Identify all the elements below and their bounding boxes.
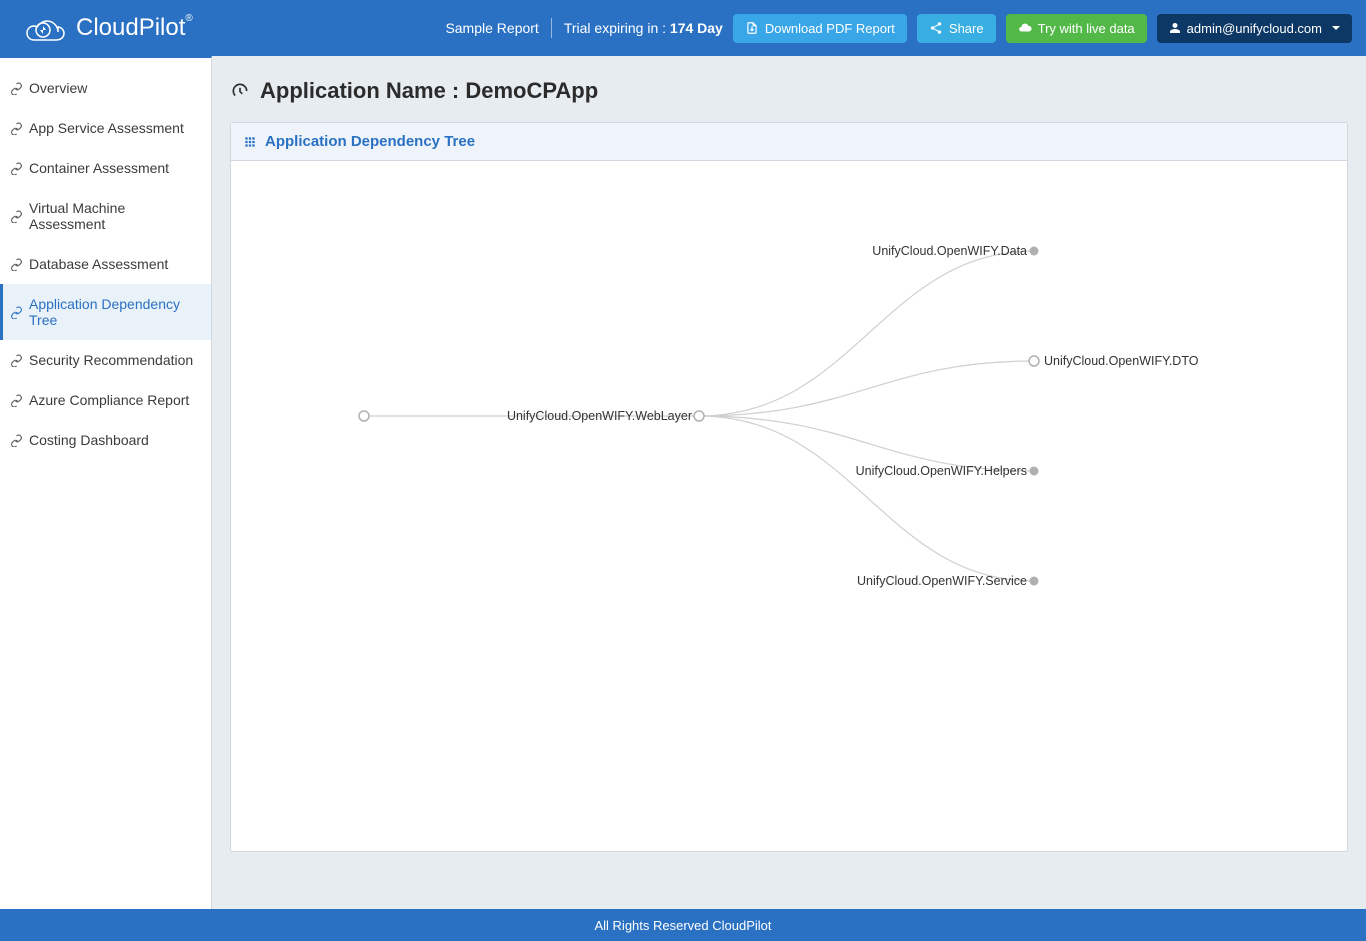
- dependency-tree-svg[interactable]: UnifyCloud.OpenWIFY.WebLayer UnifyCloud.…: [231, 161, 1347, 851]
- sidebar-item-label: Overview: [29, 80, 87, 96]
- link-icon: [10, 210, 23, 223]
- sidebar-item-app-service[interactable]: App Service Assessment: [0, 108, 211, 148]
- link-icon: [10, 354, 23, 367]
- tree-link: [699, 361, 1034, 416]
- tree-mid-node[interactable]: [694, 411, 704, 421]
- header-divider: [551, 18, 552, 38]
- tree-leaf-node[interactable]: [1029, 356, 1039, 366]
- download-pdf-label: Download PDF Report: [765, 21, 895, 36]
- panel-title: Application Dependency Tree: [265, 133, 475, 150]
- tree-leaf-label: UnifyCloud.OpenWIFY.Service: [857, 574, 1027, 588]
- link-icon: [10, 434, 23, 447]
- sidebar-item-security[interactable]: Security Recommendation: [0, 340, 211, 380]
- share-icon: [929, 21, 943, 35]
- sidebar-item-database[interactable]: Database Assessment: [0, 244, 211, 284]
- sample-report-link[interactable]: Sample Report: [445, 20, 538, 36]
- page-title: Application Name : DemoCPApp: [230, 78, 1348, 104]
- link-icon: [10, 162, 23, 175]
- sidebar-item-label: Application Dependency Tree: [29, 296, 201, 328]
- header-bar: CloudPilot ® Sample Report Trial expirin…: [0, 0, 1366, 56]
- sidebar: Overview App Service Assessment Containe…: [0, 56, 212, 909]
- brand-logo[interactable]: CloudPilot ®: [14, 10, 193, 46]
- page-title-appname: DemoCPApp: [465, 78, 598, 103]
- cloud-icon: [1018, 21, 1032, 35]
- sidebar-item-azure-compliance[interactable]: Azure Compliance Report: [0, 380, 211, 420]
- grid-icon: [243, 135, 257, 149]
- tree-leaf-label: UnifyCloud.OpenWIFY.Data: [872, 244, 1027, 258]
- tree-link: [699, 416, 1034, 471]
- panel-header: Application Dependency Tree: [231, 123, 1347, 161]
- sidebar-item-container[interactable]: Container Assessment: [0, 148, 211, 188]
- download-pdf-button[interactable]: Download PDF Report: [733, 14, 907, 43]
- tree-mid-label: UnifyCloud.OpenWIFY.WebLayer: [507, 409, 692, 423]
- sidebar-item-label: Security Recommendation: [29, 352, 193, 368]
- tree-root-node[interactable]: [359, 411, 369, 421]
- sidebar-item-label: App Service Assessment: [29, 120, 184, 136]
- page-title-prefix: Application Name :: [260, 78, 465, 103]
- tree-leaf-label: UnifyCloud.OpenWIFY.DTO: [1044, 354, 1199, 368]
- link-icon: [10, 306, 23, 319]
- sidebar-item-label: Database Assessment: [29, 256, 168, 272]
- sidebar-item-label: Container Assessment: [29, 160, 169, 176]
- footer: All Rights Reserved CloudPilot: [0, 909, 1366, 941]
- brand-name: CloudPilot: [76, 14, 185, 42]
- trial-days: 174 Day: [670, 20, 723, 36]
- dependency-tree-panel: Application Dependency Tree UnifyCloud.O…: [230, 122, 1348, 852]
- tree-leaf-node[interactable]: [1030, 577, 1038, 585]
- file-download-icon: [745, 21, 759, 35]
- link-icon: [10, 394, 23, 407]
- try-live-button[interactable]: Try with live data: [1006, 14, 1147, 43]
- main-content: Application Name : DemoCPApp Application…: [212, 56, 1366, 909]
- tree-leaf-node[interactable]: [1030, 467, 1038, 475]
- footer-text: All Rights Reserved CloudPilot: [594, 918, 771, 933]
- sidebar-item-overview[interactable]: Overview: [0, 68, 211, 108]
- user-menu-button[interactable]: admin@unifycloud.com: [1157, 14, 1352, 43]
- brand-trademark: ®: [185, 13, 192, 24]
- share-button[interactable]: Share: [917, 14, 996, 43]
- link-icon: [10, 258, 23, 271]
- sidebar-item-label: Costing Dashboard: [29, 432, 149, 448]
- caret-down-icon: [1332, 26, 1340, 30]
- dashboard-icon: [230, 81, 250, 101]
- header-right: Sample Report Trial expiring in : 174 Da…: [445, 14, 1352, 43]
- try-live-label: Try with live data: [1038, 21, 1135, 36]
- panel-body: UnifyCloud.OpenWIFY.WebLayer UnifyCloud.…: [231, 161, 1347, 851]
- tree-link: [699, 251, 1034, 416]
- user-email: admin@unifycloud.com: [1187, 21, 1322, 36]
- user-icon: [1169, 22, 1181, 34]
- tree-link: [699, 416, 1034, 581]
- link-icon: [10, 82, 23, 95]
- sidebar-item-label: Azure Compliance Report: [29, 392, 189, 408]
- trial-status: Trial expiring in : 174 Day: [564, 20, 723, 36]
- tree-leaf-node[interactable]: [1030, 247, 1038, 255]
- cloud-logo-icon: [14, 10, 72, 46]
- tree-leaf-label: UnifyCloud.OpenWIFY.Helpers: [856, 464, 1027, 478]
- link-icon: [10, 122, 23, 135]
- sidebar-item-vm[interactable]: Virtual Machine Assessment: [0, 188, 211, 244]
- share-label: Share: [949, 21, 984, 36]
- sidebar-item-costing[interactable]: Costing Dashboard: [0, 420, 211, 460]
- trial-prefix: Trial expiring in :: [564, 20, 670, 36]
- sidebar-item-label: Virtual Machine Assessment: [29, 200, 201, 232]
- sidebar-item-dependency-tree[interactable]: Application Dependency Tree: [0, 284, 211, 340]
